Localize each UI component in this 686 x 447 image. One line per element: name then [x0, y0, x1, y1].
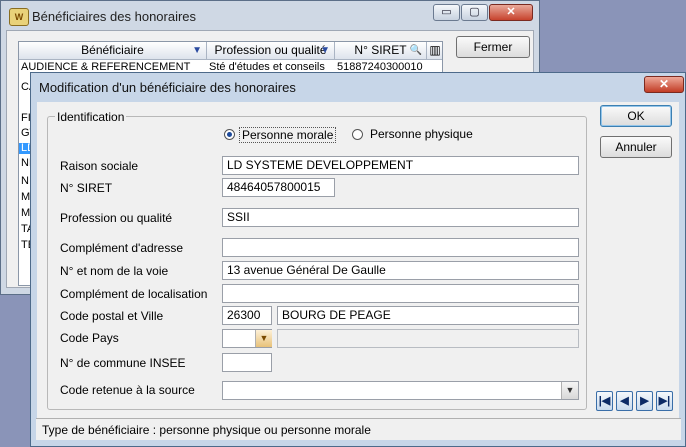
code-postal-field[interactable]: 26300: [222, 306, 272, 325]
siret-field[interactable]: 48464057800015: [222, 178, 335, 197]
code-pays-label: Code Pays: [60, 331, 119, 345]
column-header-beneficiaire[interactable]: Bénéficiaire ▼: [19, 42, 207, 60]
column-header-siret[interactable]: N° SIRET 🔍: [335, 42, 427, 60]
complement-adresse-field[interactable]: [222, 238, 579, 257]
group-label: Identification: [55, 110, 127, 124]
chevron-down-icon[interactable]: ▼: [255, 330, 272, 347]
raison-sociale-label: Raison sociale: [60, 159, 139, 173]
code-postal-ville-label: Code postal et Ville: [60, 309, 164, 323]
insee-label: N° de commune INSEE: [60, 356, 186, 370]
complement-adresse-label: Complément d'adresse: [60, 241, 184, 255]
chevron-down-icon[interactable]: ▼: [561, 382, 578, 399]
column-label: N° SIRET: [354, 43, 407, 57]
previous-record-icon[interactable]: ◀: [616, 391, 633, 411]
column-chooser-icon[interactable]: ▥: [427, 42, 442, 60]
filter-icon[interactable]: ▼: [320, 42, 330, 59]
radio-physique-label[interactable]: Personne physique: [370, 127, 473, 141]
status-bar: Type de bénéficiaire : personne physique…: [36, 418, 681, 440]
filter-icon[interactable]: ▼: [192, 42, 202, 59]
column-header-profession[interactable]: Profession ou qualité ▼: [207, 42, 335, 60]
first-record-icon[interactable]: |◀: [596, 391, 613, 411]
voie-label: N° et nom de la voie: [60, 264, 169, 278]
complement-localisation-label: Complément de localisation: [60, 287, 208, 301]
minimize-button[interactable]: ▭: [433, 4, 460, 21]
siret-label: N° SIRET: [60, 181, 113, 195]
app-icon: W: [9, 8, 29, 26]
back-close-button[interactable]: ✕: [489, 4, 533, 21]
code-retenue-select[interactable]: [222, 381, 579, 400]
voie-field[interactable]: 13 avenue Général De Gaulle: [222, 261, 579, 280]
insee-field[interactable]: [222, 353, 272, 372]
pays-label-field: [277, 329, 579, 348]
radio-personne-morale[interactable]: [224, 129, 235, 140]
back-window-title: Bénéficiaires des honoraires: [32, 9, 197, 24]
raison-sociale-field[interactable]: LD SYSTEME DEVELOPPEMENT: [222, 156, 579, 175]
dialog-title: Modification d'un bénéficiaire des honor…: [39, 80, 296, 95]
maximize-button[interactable]: ▢: [461, 4, 488, 21]
ok-button[interactable]: OK: [600, 105, 672, 127]
column-label: Bénéficiaire: [81, 43, 144, 57]
search-icon[interactable]: 🔍: [410, 42, 422, 59]
dialog-close-button[interactable]: ✕: [644, 76, 684, 93]
code-retenue-label: Code retenue à la source: [60, 383, 195, 397]
complement-localisation-field[interactable]: [222, 284, 579, 303]
profession-field[interactable]: SSII: [222, 208, 579, 227]
fermer-button[interactable]: Fermer: [456, 36, 530, 58]
next-record-icon[interactable]: ▶: [636, 391, 653, 411]
profession-label: Profession ou qualité: [60, 211, 173, 225]
column-label: Profession ou qualité: [214, 43, 327, 57]
last-record-icon[interactable]: ▶|: [656, 391, 673, 411]
radio-personne-physique[interactable]: [352, 129, 363, 140]
status-text: Type de bénéficiaire : personne physique…: [42, 423, 371, 437]
radio-morale-label[interactable]: Personne morale: [239, 127, 337, 143]
annuler-button[interactable]: Annuler: [600, 136, 672, 158]
ville-field[interactable]: BOURG DE PEAGE: [277, 306, 579, 325]
